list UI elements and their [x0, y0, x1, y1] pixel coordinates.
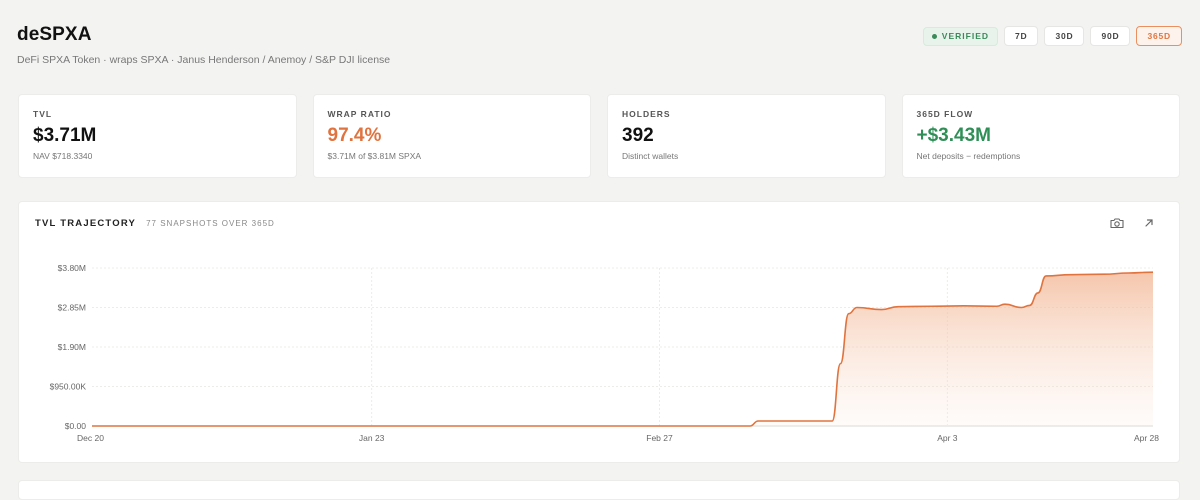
stat-sub: Net deposits − redemptions: [916, 151, 1021, 161]
x-tick-label: Apr 28: [1134, 433, 1159, 443]
stat-card-holders: HOLDERS 392 Distinct wallets: [607, 94, 886, 178]
next-panel-edge: [18, 480, 1180, 500]
tvl-area-chart: $0.00 $950.00K $1.90M $2.85M $3.80M Dec 20 Jan…: [50, 263, 1160, 443]
tvl-chart-panel: TVL TRAJECTORY 77 SNAPSHOTS OVER 365D $0…: [18, 201, 1180, 463]
stat-card-flow: 365D FLOW +$3.43M Net deposits − redempt…: [901, 94, 1180, 178]
stat-label: 365D FLOW: [916, 109, 974, 119]
range-controls: VERIFIED 7D 30D 90D 365D: [922, 26, 1182, 46]
stat-value: +$3.43M: [916, 125, 991, 146]
stat-sub: Distinct wallets: [622, 151, 679, 161]
x-tick-label: Feb 27: [646, 433, 673, 443]
y-tick-label: $950.00K: [50, 382, 87, 392]
stat-card-tvl: TVL $3.71M NAV $718.3340: [18, 94, 297, 178]
range-7d-button[interactable]: 7D: [1004, 26, 1039, 46]
stat-sub: $3.71M of $3.81M SPXA: [327, 151, 422, 161]
status-dot-icon: [931, 33, 937, 39]
x-tick-label: Dec 20: [77, 433, 104, 443]
range-365d-button[interactable]: 365D: [1136, 26, 1182, 46]
verified-badge: VERIFIED: [922, 26, 998, 46]
range-90d-button[interactable]: 90D: [1090, 26, 1131, 46]
stat-value: 97.4%: [327, 125, 382, 146]
y-tick-label: $3.80M: [58, 263, 86, 273]
y-tick-label: $2.85M: [58, 303, 86, 313]
stat-value: $3.71M: [33, 125, 97, 146]
y-tick-label: $1.90M: [58, 342, 86, 352]
stat-label: TVL: [33, 109, 53, 119]
stat-label: HOLDERS: [622, 109, 671, 119]
tvl-area-fill: [92, 272, 1153, 426]
range-30d-button[interactable]: 30D: [1044, 26, 1085, 46]
x-tick-label: Apr 3: [937, 433, 958, 443]
y-tick-label: $0.00: [65, 421, 87, 431]
stat-value: 392: [622, 125, 654, 146]
x-tick-label: Jan 23: [359, 433, 385, 443]
stat-label: WRAP RATIO: [327, 109, 392, 119]
stat-sub: NAV $718.3340: [33, 151, 93, 161]
page-subtitle: DeFi SPXA Token · wraps SPXA · Janus Hen…: [17, 54, 391, 66]
verified-badge-label: VERIFIED: [941, 31, 989, 41]
stat-card-wrap-ratio: WRAP RATIO 97.4% $3.71M of $3.81M SPXA: [312, 94, 591, 178]
stat-cards: TVL $3.71M NAV $718.3340 WRAP RATIO 97.4…: [18, 94, 1180, 178]
